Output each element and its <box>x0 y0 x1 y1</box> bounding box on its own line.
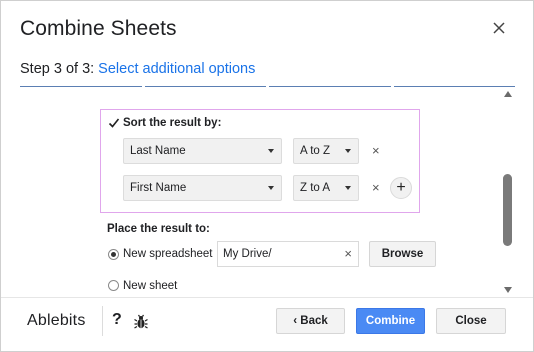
caret-down-icon <box>345 186 351 190</box>
new-sheet-radio[interactable] <box>108 280 119 291</box>
progress-segment <box>393 86 515 87</box>
select-value: A to Z <box>300 145 331 157</box>
brand-logo: Ablebits <box>27 312 86 329</box>
dialog-title: Combine Sheets <box>20 17 177 40</box>
caret-down-icon <box>268 149 274 153</box>
caret-down-icon <box>345 149 351 153</box>
caret-down-icon <box>268 186 274 190</box>
step-label: Step 3 of 3: <box>20 61 95 77</box>
clear-path-button[interactable]: × <box>344 242 352 266</box>
sort-order-select[interactable]: Z to A <box>293 175 359 201</box>
new-sheet-label: New sheet <box>123 280 178 292</box>
combine-sheets-dialog: Combine Sheets Step 3 of 3: Select additi… <box>0 0 534 352</box>
progress-segment <box>144 86 266 87</box>
new-spreadsheet-radio[interactable] <box>108 249 119 260</box>
sort-label: Sort the result by: <box>123 117 222 129</box>
options-scrollbar[interactable] <box>502 89 514 297</box>
progress-segment <box>269 86 391 87</box>
remove-sort-row-button[interactable]: × <box>372 181 380 194</box>
select-value: Z to A <box>300 182 331 194</box>
bug-icon[interactable] <box>133 314 149 330</box>
sort-options-box: Sort the result by: Last Name A to Z × F… <box>100 109 420 213</box>
question-icon[interactable]: ? <box>112 311 122 329</box>
options-panel: Sort the result by: Last Name A to Z × F… <box>1 89 515 297</box>
back-button[interactable]: ‹ Back <box>276 308 345 334</box>
footer-divider <box>1 297 533 298</box>
plus-icon: + <box>396 179 406 196</box>
step-indicator: Step 3 of 3: Select additional options <box>20 61 255 77</box>
combine-button[interactable]: Combine <box>356 308 425 334</box>
remove-sort-row-button[interactable]: × <box>372 144 380 157</box>
step-progress <box>20 86 515 88</box>
sort-column-select[interactable]: First Name <box>123 175 282 201</box>
step-link: Select additional options <box>98 61 256 77</box>
place-result-label: Place the result to: <box>107 223 210 235</box>
scrollbar-thumb[interactable] <box>503 174 512 246</box>
progress-segment <box>20 86 142 87</box>
select-value: Last Name <box>130 145 186 157</box>
add-sort-row-button[interactable]: + <box>390 177 412 199</box>
destination-path-input[interactable]: My Drive/ × <box>217 241 359 267</box>
footer-separator <box>102 306 103 336</box>
select-value: First Name <box>130 182 187 194</box>
sort-column-select[interactable]: Last Name <box>123 138 282 164</box>
sort-order-select[interactable]: A to Z <box>293 138 359 164</box>
browse-button[interactable]: Browse <box>369 241 436 267</box>
path-value: My Drive/ <box>223 248 272 260</box>
new-spreadsheet-label: New spreadsheet <box>123 248 213 260</box>
close-icon[interactable] <box>491 20 507 36</box>
checkmark-icon <box>108 118 120 128</box>
close-button[interactable]: Close <box>436 308 506 334</box>
sort-checkbox[interactable] <box>108 117 120 129</box>
scroll-up-arrow-icon[interactable] <box>504 91 512 97</box>
scroll-down-arrow-icon[interactable] <box>504 287 512 293</box>
